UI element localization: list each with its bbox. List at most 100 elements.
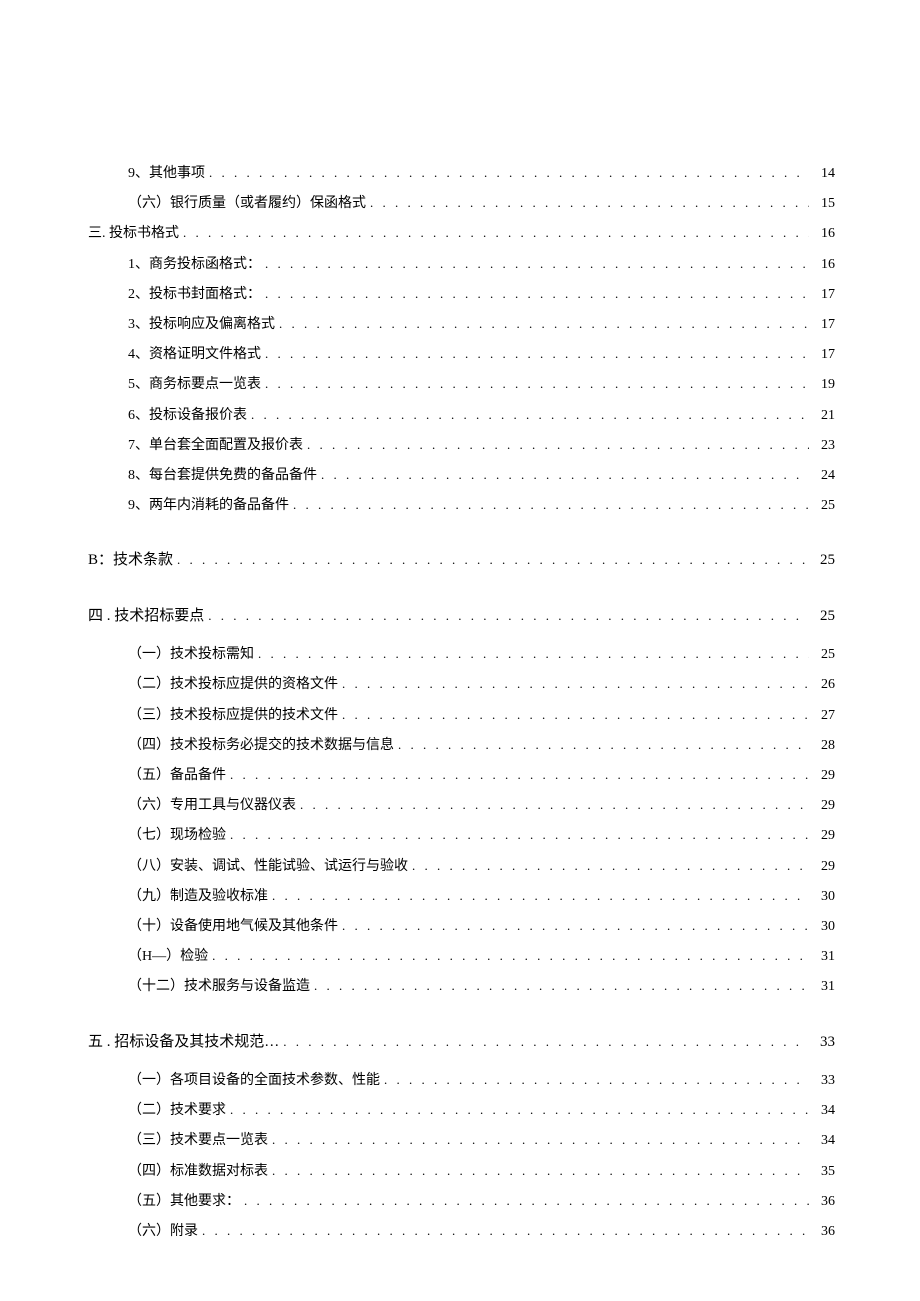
toc-leader-dots — [258, 646, 809, 663]
toc-entry-page: 23 — [813, 437, 835, 455]
toc-leader-dots — [272, 1132, 809, 1149]
table-of-contents: 9、其他事项14（六）银行质量（或者履约）保函格式15三. 投标书格式161、商… — [88, 165, 835, 1241]
toc-leader-dots — [370, 195, 809, 212]
toc-entry-page: 30 — [813, 888, 835, 906]
toc-leader-dots — [342, 918, 809, 935]
toc-entry: （四）标准数据对标表 35 — [88, 1163, 835, 1181]
toc-leader-dots — [208, 608, 809, 625]
toc-entry-page: 17 — [813, 286, 835, 304]
toc-entry: B：技术条款25 — [88, 551, 835, 571]
toc-leader-dots — [265, 376, 809, 393]
toc-entry: 三. 投标书格式 16 — [88, 225, 835, 243]
toc-entry: 7、单台套全面配置及报价表 23 — [88, 437, 835, 455]
toc-leader-dots — [212, 948, 809, 965]
toc-entry-label: 9、两年内消耗的备品备件 — [128, 497, 289, 515]
toc-entry-label: （五）备品备件 — [128, 767, 226, 785]
toc-entry-page: 25 — [813, 607, 835, 627]
toc-leader-dots — [183, 225, 809, 242]
toc-entry-page: 28 — [813, 737, 835, 755]
toc-entry: （二）技术投标应提供的资格文件 26 — [88, 676, 835, 694]
toc-entry-label: 3、投标响应及偏离格式 — [128, 316, 275, 334]
toc-leader-dots — [398, 737, 809, 754]
toc-leader-dots — [412, 858, 809, 875]
toc-entry-label: 1、商务投标函格式： — [128, 256, 261, 274]
toc-leader-dots — [230, 827, 809, 844]
toc-entry-page: 19 — [813, 376, 835, 394]
toc-leader-dots — [202, 1223, 809, 1240]
toc-entry-page: 17 — [813, 316, 835, 334]
toc-entry: 四 . 技术招标要点 25 — [88, 607, 835, 627]
toc-entry: 4、资格证明文件格式 17 — [88, 346, 835, 364]
toc-entry-label: 7、单台套全面配置及报价表 — [128, 437, 303, 455]
toc-entry: 3、投标响应及偏离格式 17 — [88, 316, 835, 334]
toc-entry: 8、每台套提供免费的备品备件24 — [88, 467, 835, 485]
toc-entry-label: 6、投标设备报价表 — [128, 407, 247, 425]
toc-entry-label: （H—）检验 — [128, 948, 208, 966]
toc-leader-dots — [293, 497, 809, 514]
toc-entry: 五 . 招标设备及其技术规范… 33 — [88, 1033, 835, 1053]
toc-entry-label: （五）其他要求： — [128, 1193, 240, 1211]
toc-entry-page: 25 — [813, 551, 835, 571]
toc-entry: （七）现场检验29 — [88, 827, 835, 845]
toc-entry: （六）附录36 — [88, 1223, 835, 1241]
toc-entry: （十二）技术服务与设备监造 31 — [88, 978, 835, 996]
toc-leader-dots — [177, 552, 809, 569]
toc-entry-page: 16 — [813, 256, 835, 274]
toc-entry-page: 33 — [813, 1033, 835, 1053]
toc-leader-dots — [265, 256, 809, 273]
toc-entry-label: （一）各项目设备的全面技术参数、性能 — [128, 1072, 380, 1090]
toc-entry-label: （四）标准数据对标表 — [128, 1163, 268, 1181]
toc-leader-dots — [251, 407, 809, 424]
toc-entry: （H—）检验 31 — [88, 948, 835, 966]
toc-entry-label: 4、资格证明文件格式 — [128, 346, 261, 364]
toc-entry-page: 29 — [813, 797, 835, 815]
toc-leader-dots — [321, 467, 809, 484]
toc-entry-page: 25 — [813, 646, 835, 664]
toc-leader-dots — [307, 437, 809, 454]
toc-entry: 9、两年内消耗的备品备件25 — [88, 497, 835, 515]
toc-entry: （五）其他要求： 36 — [88, 1193, 835, 1211]
toc-entry-label: （二）技术投标应提供的资格文件 — [128, 676, 338, 694]
toc-entry: （三）技术要点一览表34 — [88, 1132, 835, 1150]
toc-entry-label: （二）技术要求 — [128, 1102, 226, 1120]
toc-entry-page: 31 — [813, 948, 835, 966]
toc-leader-dots — [283, 1034, 809, 1051]
toc-entry-page: 34 — [813, 1102, 835, 1120]
toc-entry-page: 16 — [813, 225, 835, 243]
toc-leader-dots — [230, 767, 809, 784]
toc-entry-page: 17 — [813, 346, 835, 364]
toc-entry: （九）制造及验收标准30 — [88, 888, 835, 906]
toc-entry-page: 29 — [813, 767, 835, 785]
toc-entry-label: 5、商务标要点一览表 — [128, 376, 261, 394]
toc-entry-page: 34 — [813, 1132, 835, 1150]
toc-entry-label: 三. 投标书格式 — [88, 225, 179, 243]
toc-entry-page: 36 — [813, 1223, 835, 1241]
toc-entry-page: 26 — [813, 676, 835, 694]
toc-leader-dots — [272, 888, 809, 905]
toc-entry: 9、其他事项14 — [88, 165, 835, 183]
toc-entry-label: （三）技术投标应提供的技术文件 — [128, 707, 338, 725]
toc-entry-label: （七）现场检验 — [128, 827, 226, 845]
toc-entry-label: 2、投标书封面格式： — [128, 286, 261, 304]
toc-leader-dots — [384, 1072, 809, 1089]
toc-leader-dots — [342, 707, 809, 724]
toc-leader-dots — [342, 676, 809, 693]
toc-entry-label: 四 . 技术招标要点 — [88, 607, 204, 627]
toc-entry-page: 30 — [813, 918, 835, 936]
toc-entry-label: （十二）技术服务与设备监造 — [128, 978, 310, 996]
toc-leader-dots — [272, 1163, 809, 1180]
toc-leader-dots — [209, 165, 809, 182]
toc-entry-page: 31 — [813, 978, 835, 996]
toc-entry-page: 21 — [813, 407, 835, 425]
toc-entry-page: 35 — [813, 1163, 835, 1181]
toc-entry-page: 24 — [813, 467, 835, 485]
toc-entry-page: 36 — [813, 1193, 835, 1211]
toc-entry: 6、投标设备报价表 21 — [88, 407, 835, 425]
toc-leader-dots — [265, 286, 809, 303]
toc-entry-label: （六）专用工具与仪器仪表 — [128, 797, 296, 815]
toc-entry-page: 27 — [813, 707, 835, 725]
toc-leader-dots — [300, 797, 809, 814]
toc-entry: （三）技术投标应提供的技术文件 27 — [88, 707, 835, 725]
toc-entry-label: 9、其他事项 — [128, 165, 205, 183]
toc-entry-label: （十）设备使用地气候及其他条件 — [128, 918, 338, 936]
